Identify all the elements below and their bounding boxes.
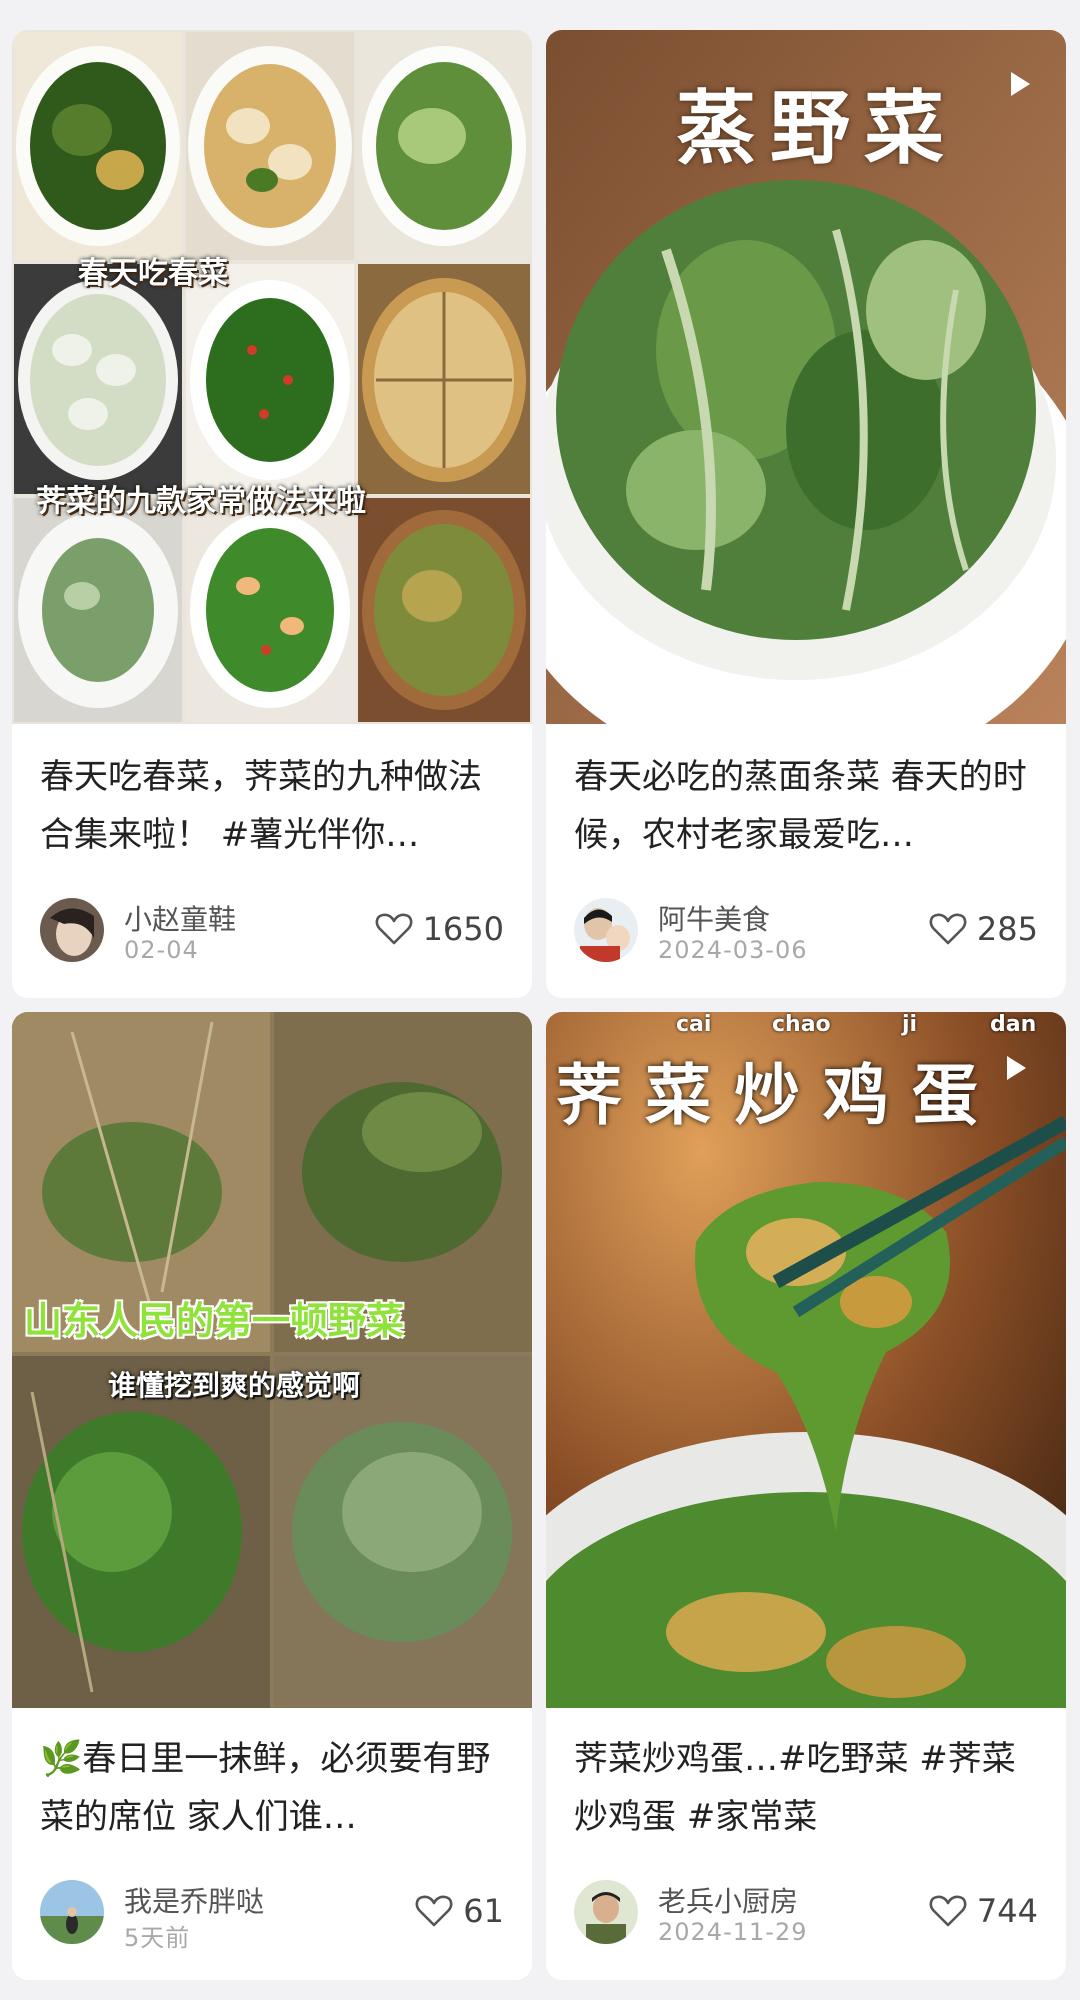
overlay-headline: 山东人民的第一顿野菜 — [24, 1298, 405, 1343]
like-count[interactable]: 744 — [929, 1892, 1038, 1930]
play-icon[interactable] — [1004, 1054, 1028, 1082]
author-name[interactable]: 老兵小厨房 — [658, 1880, 798, 1920]
pinyin-label: chao — [772, 1012, 831, 1037]
like-count-value: 744 — [976, 1892, 1038, 1930]
author-name[interactable]: 我是乔胖哒 — [124, 1880, 264, 1920]
like-count-value: 1650 — [422, 910, 504, 948]
card-thumbnail[interactable]: 蒸野菜 — [546, 30, 1066, 724]
nine-dishes-collage-image — [12, 30, 532, 724]
pinyin-label: dan — [990, 1012, 1037, 1037]
card-title[interactable]: 荠菜炒鸡蛋…#吃野菜 #荠菜炒鸡蛋 #家常菜 — [574, 1730, 1040, 1846]
card-thumbnail[interactable]: 荠 菜 炒 鸡 蛋 cai chao ji dan — [546, 1012, 1066, 1708]
overlay-headline: 春天吃春菜 — [78, 256, 228, 291]
avatar[interactable] — [574, 1880, 638, 1944]
post-date: 02-04 — [124, 936, 199, 964]
play-icon[interactable] — [1008, 70, 1032, 98]
pinyin-label: cai — [676, 1012, 712, 1037]
heart-icon[interactable] — [929, 1894, 967, 1928]
post-date: 2024-03-06 — [658, 936, 808, 964]
card-thumbnail[interactable]: 山东人民的第一顿野菜 谁懂挖到爽的感觉啊 — [12, 1012, 532, 1708]
user-avatar-image — [40, 1880, 104, 1944]
author-name[interactable]: 小赵童鞋 — [124, 898, 236, 938]
feed-card[interactable]: 春天吃春菜 荠菜的九款家常做法来啦 春天吃春菜，荠菜的九种做法合集来啦！ #薯光… — [12, 30, 532, 998]
feed-page: 春天吃春菜 荠菜的九款家常做法来啦 春天吃春菜，荠菜的九种做法合集来啦！ #薯光… — [0, 0, 1080, 2000]
avatar[interactable] — [40, 1880, 104, 1944]
overlay-subline: 荠菜的九款家常做法来啦 — [36, 484, 366, 519]
like-count[interactable]: 61 — [415, 1892, 504, 1930]
feed-card[interactable]: 山东人民的第一顿野菜 谁懂挖到爽的感觉啊 🌿春日里一抹鲜，必须要有野菜的席位 家… — [12, 1012, 532, 1980]
user-avatar-image — [574, 898, 638, 962]
post-date: 2024-11-29 — [658, 1918, 808, 1946]
user-avatar-image — [40, 898, 104, 962]
like-count-value: 61 — [463, 1892, 504, 1930]
like-count[interactable]: 1650 — [375, 910, 504, 948]
card-title[interactable]: 🌿春日里一抹鲜，必须要有野菜的席位 家人们谁… — [40, 1730, 506, 1846]
overlay-headline: 荠 菜 炒 鸡 蛋 — [556, 1056, 978, 1134]
card-title[interactable]: 春天必吃的蒸面条菜 春天的时候，农村老家最爱吃… — [574, 748, 1040, 864]
feed-card[interactable]: 荠 菜 炒 鸡 蛋 cai chao ji dan 荠菜炒鸡蛋…#吃野菜 #荠菜… — [546, 1012, 1066, 1980]
overlay-subline: 谁懂挖到爽的感觉啊 — [108, 1369, 361, 1402]
avatar[interactable] — [574, 898, 638, 962]
author-name[interactable]: 阿牛美食 — [658, 898, 770, 938]
heart-icon[interactable] — [375, 912, 413, 946]
heart-icon[interactable] — [415, 1894, 453, 1928]
card-thumbnail[interactable]: 春天吃春菜 荠菜的九款家常做法来啦 — [12, 30, 532, 724]
user-avatar-image — [574, 1880, 638, 1944]
avatar[interactable] — [40, 898, 104, 962]
like-count-value: 285 — [976, 910, 1038, 948]
feed-card[interactable]: 蒸野菜 春天必吃的蒸面条菜 春天的时候，农村老家最爱吃… 阿牛美食 2024-0… — [546, 30, 1066, 998]
wild-greens-field-image — [12, 1012, 532, 1708]
heart-icon[interactable] — [929, 912, 967, 946]
card-title[interactable]: 春天吃春菜，荠菜的九种做法合集来啦！ #薯光伴你… — [40, 748, 506, 864]
like-count[interactable]: 285 — [929, 910, 1038, 948]
post-date: 5天前 — [124, 1924, 191, 1952]
pinyin-label: ji — [902, 1012, 918, 1037]
overlay-headline: 蒸野菜 — [676, 81, 958, 175]
